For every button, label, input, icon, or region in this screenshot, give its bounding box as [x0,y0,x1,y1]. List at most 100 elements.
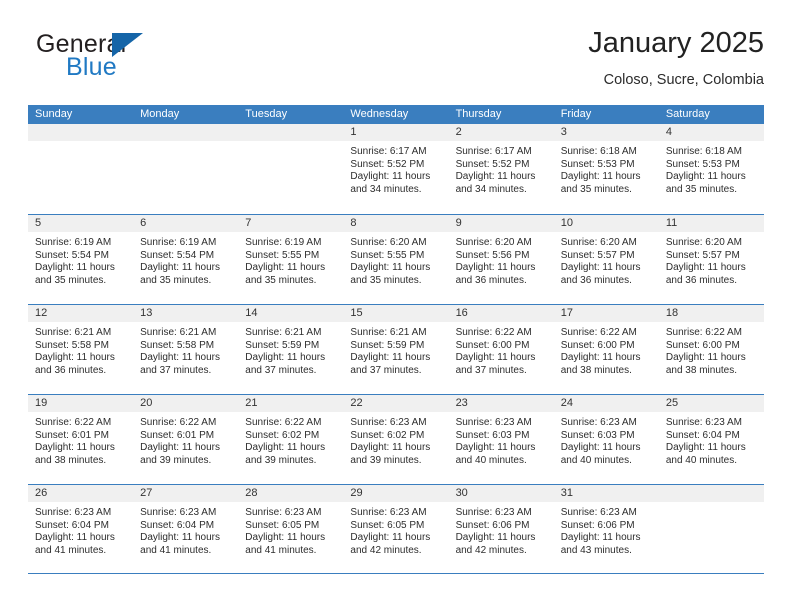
weekday-header-saturday: Saturday [665,108,710,120]
day-number-band: 7 [238,215,344,232]
daylight-text-line2: and 36 minutes. [665,274,738,286]
weekday-header-wednesday: Wednesday [350,108,409,120]
sunrise-text: Sunrise: 6:22 AM [560,327,637,338]
sunset-text: Sunset: 6:03 PM [455,429,530,441]
daylight-text-line2: and 35 minutes. [35,274,107,286]
daylight-text-line2: and 38 minutes. [560,364,632,376]
day-cell[interactable]: 22 Sunrise: 6:23 AM Sunset: 6:02 PM Dayl… [343,395,449,484]
week-row: 26 Sunrise: 6:23 AM Sunset: 6:04 PM Dayl… [28,484,764,574]
daylight-text-line2: and 37 minutes. [245,364,317,376]
day-number-band: 17 [553,305,659,322]
day-cell[interactable]: 3 Sunrise: 6:18 AM Sunset: 5:53 PM Dayli… [553,124,659,214]
day-number: 17 [560,307,573,319]
day-cell[interactable]: 31 Sunrise: 6:23 AM Sunset: 6:06 PM Dayl… [553,485,659,573]
day-cell[interactable]: 18 Sunrise: 6:22 AM Sunset: 6:00 PM Dayl… [658,305,764,394]
day-cell [28,124,134,214]
day-cell[interactable]: 24 Sunrise: 6:23 AM Sunset: 6:03 PM Dayl… [553,395,659,484]
sunrise-text: Sunrise: 6:23 AM [560,417,637,428]
day-cell[interactable]: 26 Sunrise: 6:23 AM Sunset: 6:04 PM Dayl… [28,485,134,573]
day-cell [658,485,764,573]
daylight-text-line2: and 38 minutes. [665,364,738,376]
day-cell[interactable]: 17 Sunrise: 6:22 AM Sunset: 6:00 PM Dayl… [553,305,659,394]
day-cell[interactable]: 8 Sunrise: 6:20 AM Sunset: 5:55 PM Dayli… [343,215,449,304]
day-cell[interactable]: 29 Sunrise: 6:23 AM Sunset: 6:05 PM Dayl… [343,485,449,573]
day-cell[interactable]: 19 Sunrise: 6:22 AM Sunset: 6:01 PM Dayl… [28,395,134,484]
daylight-text-line2: and 39 minutes. [350,454,422,466]
day-cell[interactable]: 16 Sunrise: 6:22 AM Sunset: 6:00 PM Dayl… [448,305,554,394]
day-cell[interactable]: 15 Sunrise: 6:21 AM Sunset: 5:59 PM Dayl… [343,305,449,394]
day-cell[interactable]: 7 Sunrise: 6:19 AM Sunset: 5:55 PM Dayli… [238,215,344,304]
daylight-text-line2: and 35 minutes. [665,183,738,195]
sunset-text: Sunset: 5:54 PM [140,249,215,261]
day-number: 18 [665,307,679,319]
daylight-text-line2: and 34 minutes. [455,183,527,195]
day-number: 24 [560,397,573,409]
day-cell[interactable]: 20 Sunrise: 6:22 AM Sunset: 6:01 PM Dayl… [133,395,239,484]
daylight-text-line2: and 36 minutes. [455,274,527,286]
daylight-text-line2: and 43 minutes. [560,544,632,556]
day-details: Sunrise: 6:23 AM Sunset: 6:05 PM Dayligh… [343,502,448,557]
daylight-text-line1: Daylight: 11 hours [455,171,536,183]
day-cell[interactable]: 27 Sunrise: 6:23 AM Sunset: 6:04 PM Dayl… [133,485,239,573]
daylight-text-line1: Daylight: 11 hours [245,352,326,364]
day-details: Sunrise: 6:22 AM Sunset: 6:00 PM Dayligh… [659,322,764,377]
day-cell[interactable]: 11 Sunrise: 6:20 AM Sunset: 5:57 PM Dayl… [658,215,764,304]
sunrise-text: Sunrise: 6:23 AM [245,507,322,518]
daylight-text-line1: Daylight: 11 hours [245,262,326,274]
daylight-text-line2: and 35 minutes. [140,274,212,286]
sunset-text: Sunset: 6:00 PM [455,339,530,351]
day-cell[interactable]: 25 Sunrise: 6:23 AM Sunset: 6:04 PM Dayl… [658,395,764,484]
page-header: General Blue January 2025 Coloso, Sucre,… [28,26,764,98]
sunrise-text: Sunrise: 6:22 AM [140,417,217,428]
day-number: 29 [350,487,363,499]
day-cell[interactable]: 12 Sunrise: 6:21 AM Sunset: 5:58 PM Dayl… [28,305,134,394]
sunset-text: Sunset: 6:04 PM [140,519,215,531]
day-details: Sunrise: 6:21 AM Sunset: 5:58 PM Dayligh… [28,322,133,377]
sunset-text: Sunset: 6:02 PM [350,429,425,441]
day-cell[interactable]: 23 Sunrise: 6:23 AM Sunset: 6:03 PM Dayl… [448,395,554,484]
day-number-band: 21 [238,395,344,412]
day-cell[interactable]: 1 Sunrise: 6:17 AM Sunset: 5:52 PM Dayli… [343,124,449,214]
daylight-text-line1: Daylight: 11 hours [455,442,536,454]
day-number: 26 [35,487,48,499]
day-cell[interactable]: 30 Sunrise: 6:23 AM Sunset: 6:06 PM Dayl… [448,485,554,573]
sunrise-text: Sunrise: 6:22 AM [35,417,112,428]
sunrise-text: Sunrise: 6:21 AM [35,327,112,338]
day-number: 4 [665,126,672,138]
day-cell[interactable]: 14 Sunrise: 6:21 AM Sunset: 5:59 PM Dayl… [238,305,344,394]
sunset-text: Sunset: 6:00 PM [665,339,740,351]
daylight-text-line2: and 34 minutes. [350,183,422,195]
page-subtitle-location: Coloso, Sucre, Colombia [603,72,764,88]
day-cell[interactable]: 5 Sunrise: 6:19 AM Sunset: 5:54 PM Dayli… [28,215,134,304]
daylight-text-line2: and 42 minutes. [455,544,527,556]
day-number-band: 31 [553,485,659,502]
day-cell[interactable]: 13 Sunrise: 6:21 AM Sunset: 5:58 PM Dayl… [133,305,239,394]
day-cell[interactable]: 4 Sunrise: 6:18 AM Sunset: 5:53 PM Dayli… [658,124,764,214]
day-details: Sunrise: 6:21 AM Sunset: 5:59 PM Dayligh… [343,322,448,377]
sunset-text: Sunset: 5:53 PM [560,158,635,170]
day-number-band: 23 [448,395,554,412]
day-number: 20 [140,397,153,409]
week-row: 5 Sunrise: 6:19 AM Sunset: 5:54 PM Dayli… [28,214,764,304]
day-cell[interactable]: 6 Sunrise: 6:19 AM Sunset: 5:54 PM Dayli… [133,215,239,304]
sunrise-text: Sunrise: 6:17 AM [455,146,532,157]
daylight-text-line1: Daylight: 11 hours [665,352,746,364]
calendar-grid: Sunday Monday Tuesday Wednesday Thursday… [28,105,764,574]
sunrise-text: Sunrise: 6:22 AM [245,417,322,428]
day-cell[interactable]: 9 Sunrise: 6:20 AM Sunset: 5:56 PM Dayli… [448,215,554,304]
page-title: January 2025 [588,27,764,59]
day-details: Sunrise: 6:20 AM Sunset: 5:57 PM Dayligh… [659,232,764,287]
day-number-band: 6 [133,215,239,232]
day-cell[interactable]: 28 Sunrise: 6:23 AM Sunset: 6:05 PM Dayl… [238,485,344,573]
sunset-text: Sunset: 6:01 PM [140,429,215,441]
general-blue-logo[interactable]: General Blue [36,30,256,90]
day-cell[interactable]: 10 Sunrise: 6:20 AM Sunset: 5:57 PM Dayl… [553,215,659,304]
day-number-band: 11 [658,215,764,232]
daylight-text-line2: and 40 minutes. [455,454,527,466]
day-details: Sunrise: 6:17 AM Sunset: 5:52 PM Dayligh… [343,141,448,196]
day-number: 5 [35,217,42,229]
day-number: 12 [35,307,48,319]
day-cell[interactable]: 21 Sunrise: 6:22 AM Sunset: 6:02 PM Dayl… [238,395,344,484]
day-cell[interactable]: 2 Sunrise: 6:17 AM Sunset: 5:52 PM Dayli… [448,124,554,214]
daylight-text-line1: Daylight: 11 hours [35,262,115,274]
